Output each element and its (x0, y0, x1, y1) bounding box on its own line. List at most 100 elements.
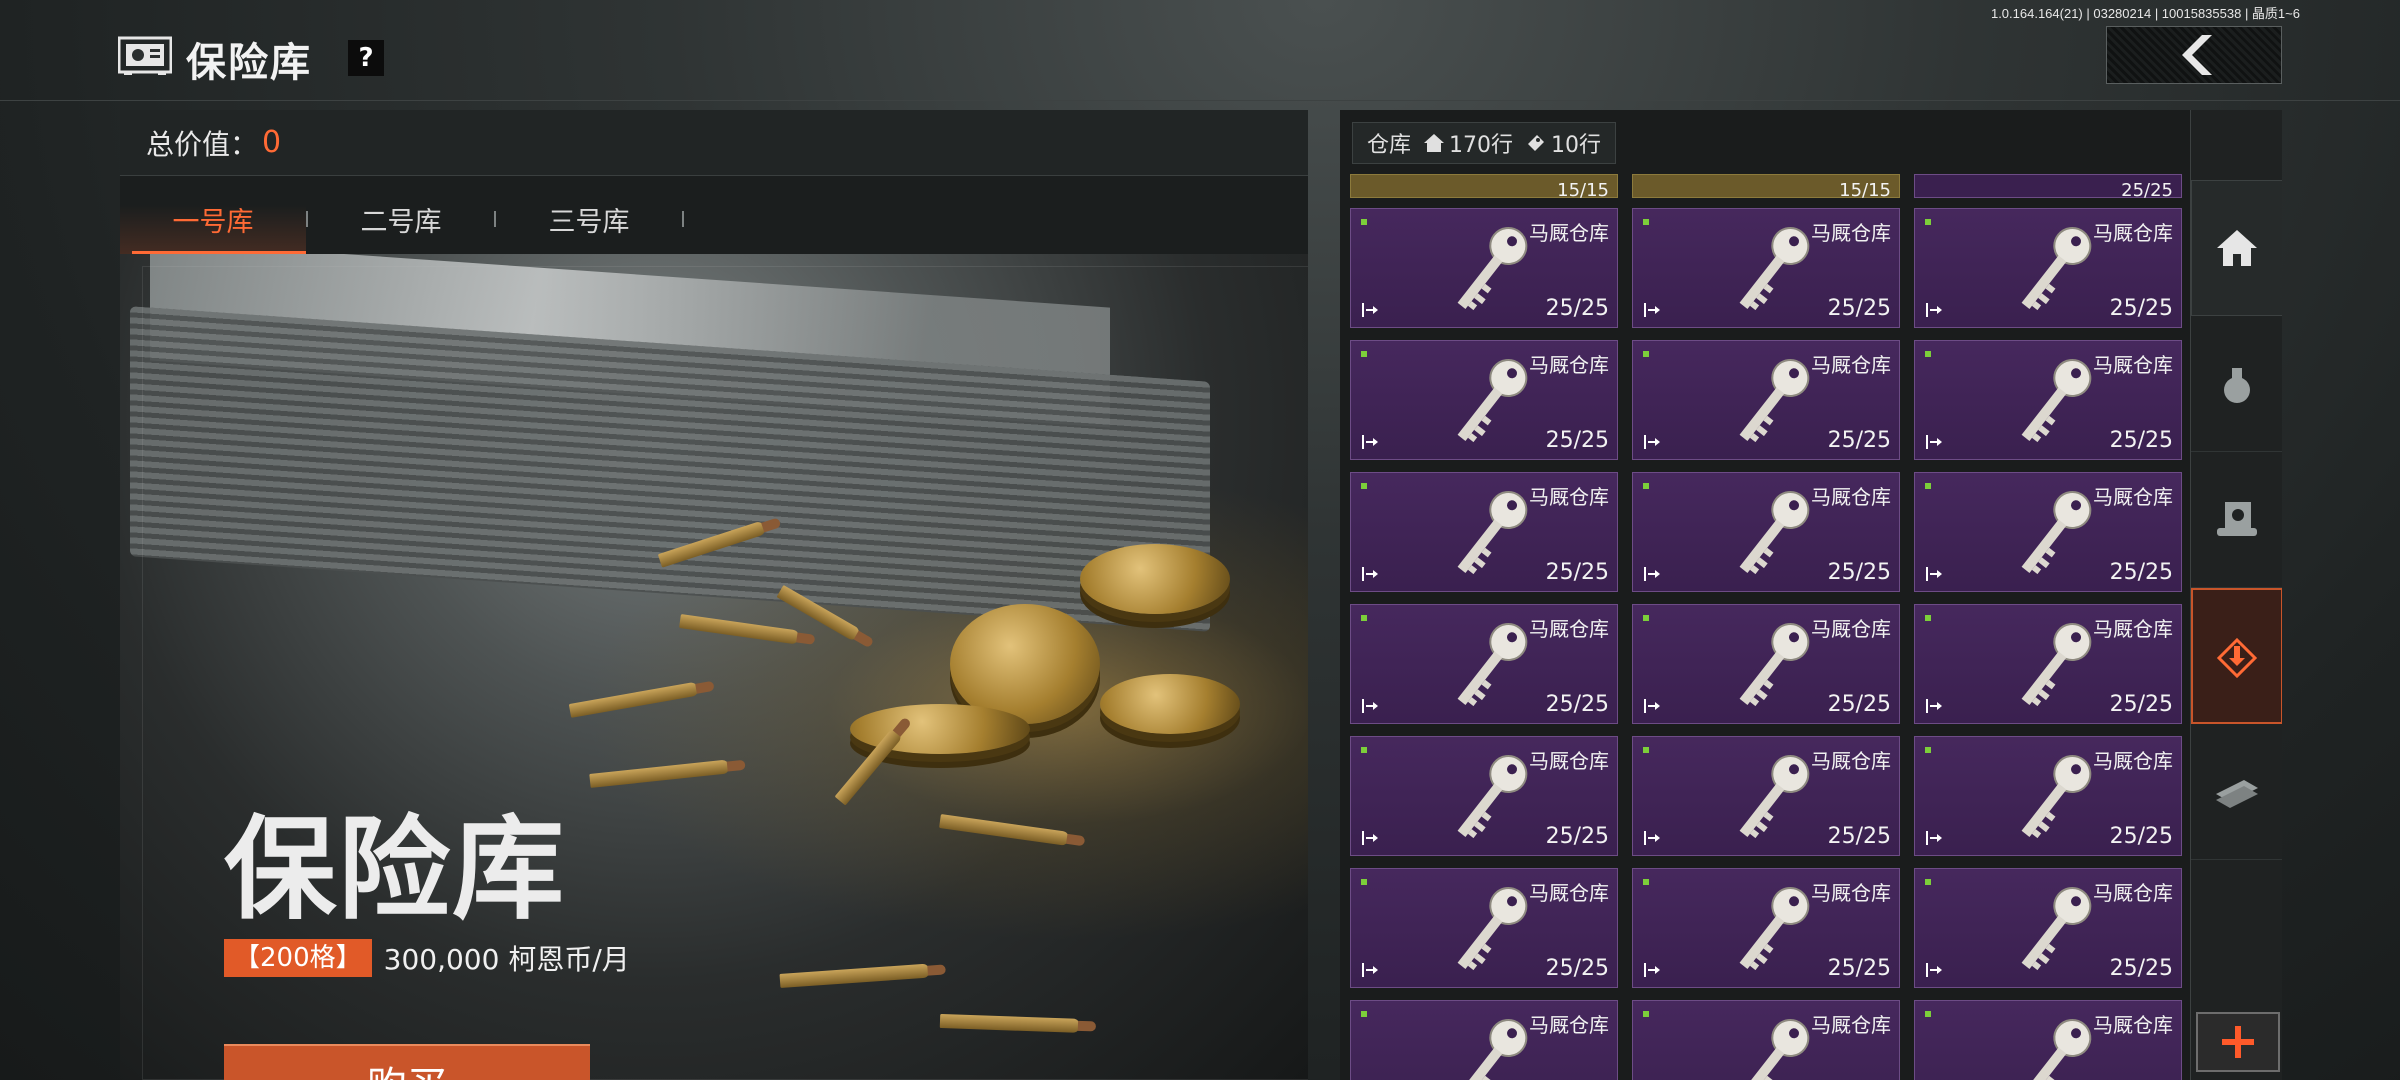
key-icon (1457, 622, 1528, 707)
nav-money[interactable] (2191, 724, 2282, 860)
item-cell[interactable]: 马厩仓库25/25 (1632, 1000, 1900, 1080)
item-cell[interactable]: 马厩仓库 25/25 (1632, 340, 1900, 460)
item-cell[interactable]: 马厩仓库25/25 (1632, 208, 1900, 328)
item-cell[interactable]: 马厩仓库 25/25 (1914, 208, 2182, 328)
item-name: 马厩仓库 (1529, 485, 1609, 509)
price-row: 【200格】 300,000 柯恩币/月 (224, 938, 630, 978)
item-cell[interactable]: 马厩仓库25/25 (1350, 868, 1618, 988)
key-icon (1739, 754, 1810, 839)
item-cell[interactable]: 马厩仓库25/25 (1914, 1000, 2182, 1080)
item-cell[interactable]: 马厩仓库 25/25 (1350, 472, 1618, 592)
buy-button[interactable]: 购买 (224, 1044, 590, 1080)
warehouse-tab[interactable]: 仓库 170行 10行 (1352, 122, 1617, 164)
rarity-indicator (1925, 1011, 1931, 1017)
extract-icon (1926, 963, 1942, 977)
item-count: 25/25 (2109, 692, 2173, 717)
rarity-indicator (1925, 351, 1931, 357)
item-cell-partial[interactable]: 15/15 (1632, 174, 1900, 201)
item-name: 马厩仓库 (2093, 881, 2173, 905)
extract-icon (1926, 435, 1942, 449)
item-cell[interactable]: 马厩仓库25/25 (1350, 604, 1618, 724)
item-cell[interactable]: 马厩仓库25/25 (1632, 868, 1900, 988)
key-icon (2021, 1018, 2092, 1080)
item-count: 25/25 (1545, 428, 1609, 453)
key-icon (1457, 490, 1528, 575)
vault-download-icon (2216, 637, 2258, 678)
item-cell[interactable]: 马厩仓库25/25 (1350, 208, 1618, 328)
item-cell[interactable]: 马厩仓库25/25 (1632, 736, 1900, 856)
key-icon (1457, 358, 1528, 443)
rarity-indicator (1925, 615, 1931, 621)
total-value: 0 (262, 125, 282, 160)
tab-vault-1[interactable]: 一号库 (120, 184, 306, 254)
item-cell[interactable]: 马厩仓库25/25 (1350, 340, 1618, 460)
item-count: 25/25 (2109, 296, 2173, 321)
vault-banner: 保险库 【200格】 300,000 柯恩币/月 购买 (120, 254, 1308, 1080)
total-value-row: 总价值： 0 (120, 110, 1308, 176)
warehouse-label: 仓库 (1367, 133, 1412, 158)
item-cell-partial[interactable]: 15/15 (1350, 174, 1618, 201)
nav-safe-cash[interactable] (2191, 452, 2282, 588)
key-icon (1457, 226, 1528, 311)
nav-vault[interactable] (2191, 588, 2282, 724)
item-cell-partial[interactable]: 25/25 (1914, 174, 2182, 201)
item-name: 马厩仓库 (1811, 1013, 1891, 1037)
page-title: 保险库 (186, 40, 312, 86)
item-count: 25/25 (1545, 560, 1609, 585)
tab-vault-2[interactable]: 二号库 (308, 184, 494, 254)
nav-grenade[interactable] (2191, 316, 2282, 452)
extract-icon (1362, 567, 1378, 581)
rarity-indicator (1925, 879, 1931, 885)
item-count: 25/25 (1827, 560, 1891, 585)
add-button[interactable] (2196, 1012, 2280, 1072)
item-name: 马厩仓库 (1529, 749, 1609, 773)
item-count: 25/25 (1827, 428, 1891, 453)
item-cell[interactable]: 马厩仓库25/25 (1350, 1000, 1618, 1080)
item-count: 25/25 (2109, 824, 2173, 849)
item-cell[interactable]: 马厩仓库25/25 (1632, 472, 1900, 592)
warehouse-rows: 170行 (1449, 133, 1514, 158)
extract-icon (1644, 963, 1660, 977)
capacity-badge: 【200格】 (224, 939, 372, 977)
key-icon (1739, 226, 1810, 311)
rarity-indicator (1361, 747, 1367, 753)
banner-title: 保险库 (224, 807, 566, 932)
home-icon (2217, 230, 2257, 266)
rarity-indicator (1643, 615, 1649, 621)
item-cell[interactable]: 马厩仓库25/25 (1914, 472, 2182, 592)
item-cell[interactable]: 马厩仓库25/25 (1914, 736, 2182, 856)
item-count: 15/15 (1557, 180, 1609, 201)
key-icon (2021, 886, 2092, 971)
header-divider (0, 100, 2400, 101)
safe-cash-icon (2217, 501, 2257, 536)
item-name: 马厩仓库 (2093, 221, 2173, 245)
item-count: 25/25 (2121, 180, 2173, 201)
item-name: 马厩仓库 (1529, 881, 1609, 905)
item-cell[interactable]: 马厩仓库25/25 (1914, 340, 2182, 460)
back-button[interactable] (2106, 26, 2282, 84)
extract-icon (1362, 699, 1378, 713)
extract-icon (1362, 963, 1378, 977)
item-cell[interactable]: 马厩仓库25/25 (1632, 604, 1900, 724)
item-count: 25/25 (2109, 956, 2173, 981)
tab-vault-3[interactable]: 三号库 (496, 184, 682, 254)
extract-icon (1644, 435, 1660, 449)
item-cell[interactable]: 马厩仓库 25/25 (1914, 868, 2182, 988)
home-icon (1424, 134, 1445, 152)
rarity-indicator (1643, 1011, 1649, 1017)
rarity-indicator (1361, 879, 1367, 885)
key-icon (2021, 490, 2092, 575)
item-cell[interactable]: 马厩仓库25/25 (1350, 736, 1618, 856)
help-button[interactable]: ? (348, 40, 384, 76)
nav-home[interactable] (2191, 180, 2282, 316)
key-icon (1457, 754, 1528, 839)
key-icon (2021, 226, 2092, 311)
extract-icon (1644, 699, 1660, 713)
item-name: 马厩仓库 (1529, 617, 1609, 641)
item-cell[interactable]: 马厩仓库25/25 (1914, 604, 2182, 724)
rarity-indicator (1643, 483, 1649, 489)
version-info: 1.0.164.164(21) | 03280214 | 10015835538… (1990, 6, 2300, 21)
item-count: 25/25 (2109, 428, 2173, 453)
item-name: 马厩仓库 (1811, 353, 1891, 377)
item-count: 25/25 (2109, 560, 2173, 585)
